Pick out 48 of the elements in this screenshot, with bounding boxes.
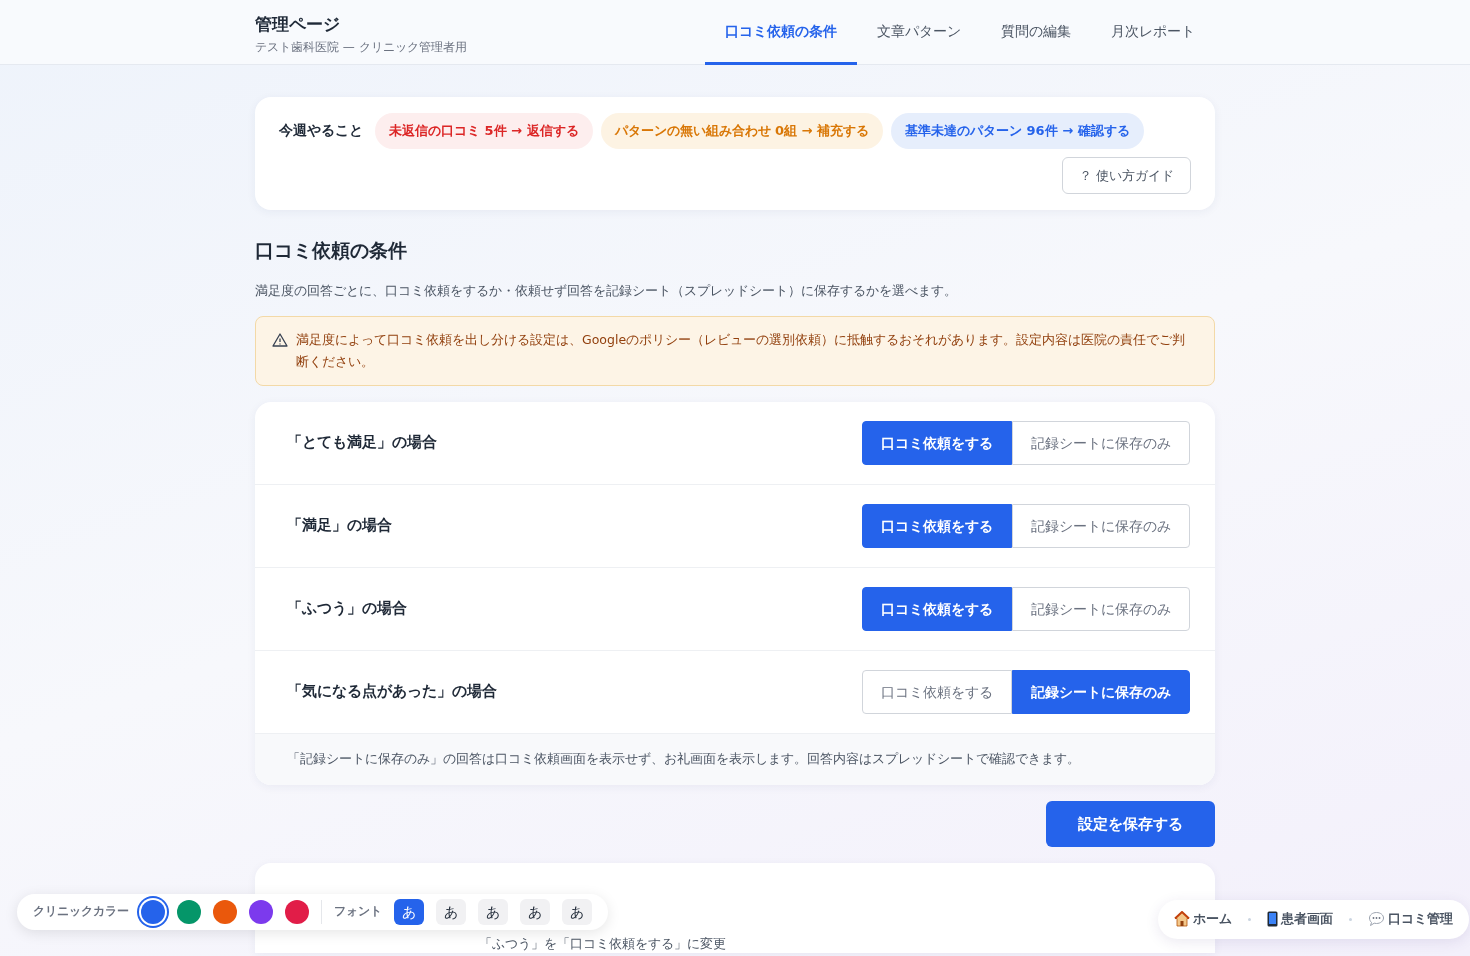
condition-label: 「ふつう」の場合	[287, 598, 407, 618]
font-option[interactable]: あ	[478, 899, 508, 925]
page-title: 管理ページ	[255, 13, 341, 36]
todo-link[interactable]: 基準未達のパターン 96件 → 確認する	[891, 113, 1144, 149]
font-option[interactable]: あ	[520, 899, 550, 925]
nav-link[interactable]: 患者画面	[1267, 910, 1333, 929]
section-title: 口コミ依頼の条件	[255, 238, 408, 263]
color-swatch[interactable]	[177, 900, 201, 924]
color-swatch[interactable]	[285, 900, 309, 924]
todo-link[interactable]: 未返信の口コミ 5件 → 返信する	[375, 113, 593, 149]
save-button[interactable]: 設定を保存する	[1046, 800, 1215, 847]
option-button[interactable]: 記録シートに保存のみ	[1012, 420, 1190, 465]
option-button[interactable]: 記録シートに保存のみ	[1012, 503, 1190, 548]
nav-tab[interactable]: 月次レポート	[1091, 0, 1215, 65]
color-swatch[interactable]	[141, 900, 165, 924]
todo-label: 今週やること	[279, 121, 363, 141]
section-description: 満足度の回答ごとに、口コミ依頼をするか・依頼せず回答を記録シート（スプレッドシート）に保存するかを選べます。	[255, 281, 958, 300]
font-option[interactable]: あ	[436, 899, 466, 925]
page-subtitle: テスト歯科医院 — クリニック管理者用	[255, 38, 467, 56]
color-swatch[interactable]	[213, 900, 237, 924]
color-swatch[interactable]	[249, 900, 273, 924]
option-button[interactable]: 口コミ依頼をする	[862, 586, 1012, 631]
warning-icon	[272, 332, 288, 348]
note-text: 「記録シートに保存のみ」の回答は口コミ依頼画面を表示せず、お礼画面を表示します。回答内容はスプレッドシートで確認できます。	[255, 733, 1215, 785]
table-cell: 「ふつう」を「口コミ依頼をする」に変更	[479, 937, 726, 952]
option-button[interactable]: 記録シートに保存のみ	[1012, 669, 1190, 714]
font-option[interactable]: あ	[394, 899, 424, 925]
font-option[interactable]: あ	[562, 899, 592, 925]
todo-link[interactable]: パターンの無い組み合わせ 0組 → 補充する	[600, 113, 884, 149]
nav-link[interactable]: ホーム	[1174, 910, 1232, 929]
option-button[interactable]: 口コミ依頼をする	[862, 503, 1012, 548]
option-button[interactable]: 口コミ依頼をする	[862, 669, 1012, 714]
option-button[interactable]: 記録シートに保存のみ	[1012, 586, 1190, 631]
guide-button[interactable]: ？ 使い方ガイド	[1061, 156, 1191, 194]
condition-label: 「満足」の場合	[287, 515, 392, 535]
phone-icon	[1267, 911, 1278, 928]
speech-bubble-icon	[1368, 911, 1385, 928]
nav-tab[interactable]: 口コミ依頼の条件	[705, 0, 857, 65]
nav-tab[interactable]: 文章パターン	[857, 0, 981, 65]
option-button[interactable]: 口コミ依頼をする	[862, 420, 1012, 465]
condition-label: 「とても満足」の場合	[287, 432, 437, 452]
nav-tab[interactable]: 質問の編集	[981, 0, 1091, 65]
house-icon	[1174, 911, 1190, 928]
condition-label: 「気になる点があった」の場合	[287, 681, 497, 701]
warning-text: 満足度によって口コミ依頼を出し分ける設定は、Googleのポリシー（レビューの選別依頼）に抵触するおそれがあります。設定内容は医院の責任でご判断ください。	[296, 331, 1187, 371]
font-label: フォント	[334, 903, 382, 921]
color-label: クリニックカラー	[33, 903, 129, 921]
nav-link[interactable]: 口コミ管理	[1368, 910, 1453, 929]
